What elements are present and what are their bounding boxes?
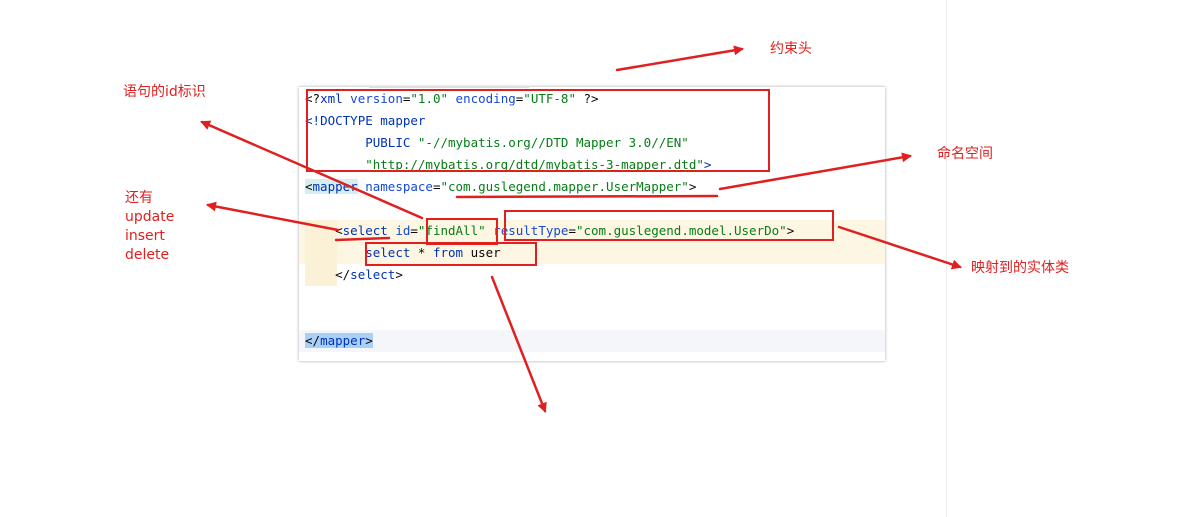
annotation-constraint-header: 约束头	[770, 41, 812, 57]
underline-namespace	[455, 194, 719, 199]
underline-select	[334, 236, 391, 242]
arrow-mapped-entity	[837, 225, 962, 270]
annotation-namespace: 命名空间	[937, 146, 993, 162]
annotation-also-delete: delete	[125, 247, 170, 263]
annotation-statement-id: 语句的id标识	[123, 84, 206, 100]
annotation-mapped-entity: 映射到的实体类	[971, 260, 1069, 276]
annotation-also-label: 还有	[125, 190, 153, 206]
annotation-also-update: update	[125, 209, 175, 225]
arrow-sql-down	[490, 275, 547, 413]
arrow-namespace	[718, 152, 912, 191]
arrow-statement-id	[200, 120, 424, 220]
annotation-also-insert: insert	[125, 228, 165, 244]
arrow-also-update	[206, 201, 340, 232]
arrow-constraint-header	[615, 45, 744, 72]
annotation-also: 还有 update insert delete	[125, 189, 174, 265]
